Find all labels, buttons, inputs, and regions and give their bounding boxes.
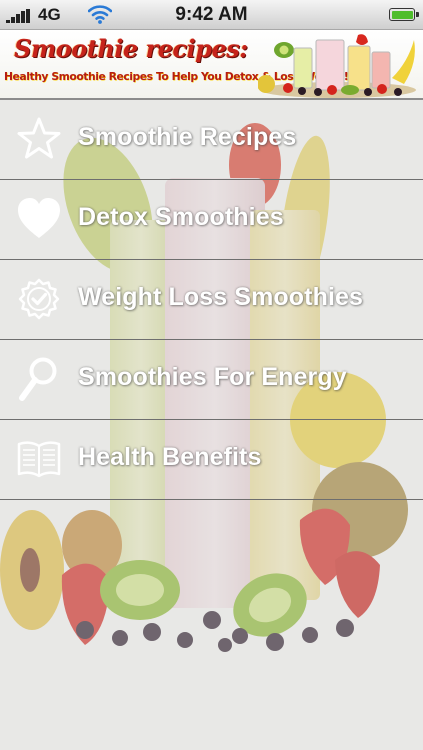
main-menu: Smoothie Recipes Detox Smoothies Weight … — [0, 100, 423, 500]
magnifier-icon — [19, 357, 57, 401]
heart-icon — [18, 198, 60, 238]
battery-level — [391, 10, 413, 19]
menu-item-health-benefits[interactable]: Health Benefits — [0, 420, 423, 500]
open-book-icon — [17, 441, 61, 478]
app-banner: Smoothie recipes: Healthy Smoothie Recip… — [0, 30, 423, 100]
battery-icon — [389, 8, 419, 21]
star-icon — [17, 117, 61, 159]
menu-item-label: Detox Smoothies — [78, 203, 284, 231]
menu-item-smoothie-recipes[interactable]: Smoothie Recipes — [0, 100, 423, 180]
banner-title: Smoothie recipes: — [14, 34, 248, 63]
menu-item-detox-smoothies[interactable]: Detox Smoothies — [0, 180, 423, 260]
menu-item-label: Smoothie Recipes — [78, 123, 297, 151]
menu-item-label: Health Benefits — [78, 443, 262, 471]
menu-item-weight-loss-smoothies[interactable]: Weight Loss Smoothies — [0, 260, 423, 340]
status-bar: 4G 9:42 AM — [0, 0, 423, 30]
banner-smoothie-illustration — [258, 34, 416, 98]
menu-item-label: Weight Loss Smoothies — [78, 283, 363, 311]
badge-check-icon — [18, 278, 60, 320]
status-time: 9:42 AM — [175, 4, 248, 25]
menu-item-smoothies-for-energy[interactable]: Smoothies For Energy — [0, 340, 423, 420]
menu-item-label: Smoothies For Energy — [78, 363, 347, 391]
